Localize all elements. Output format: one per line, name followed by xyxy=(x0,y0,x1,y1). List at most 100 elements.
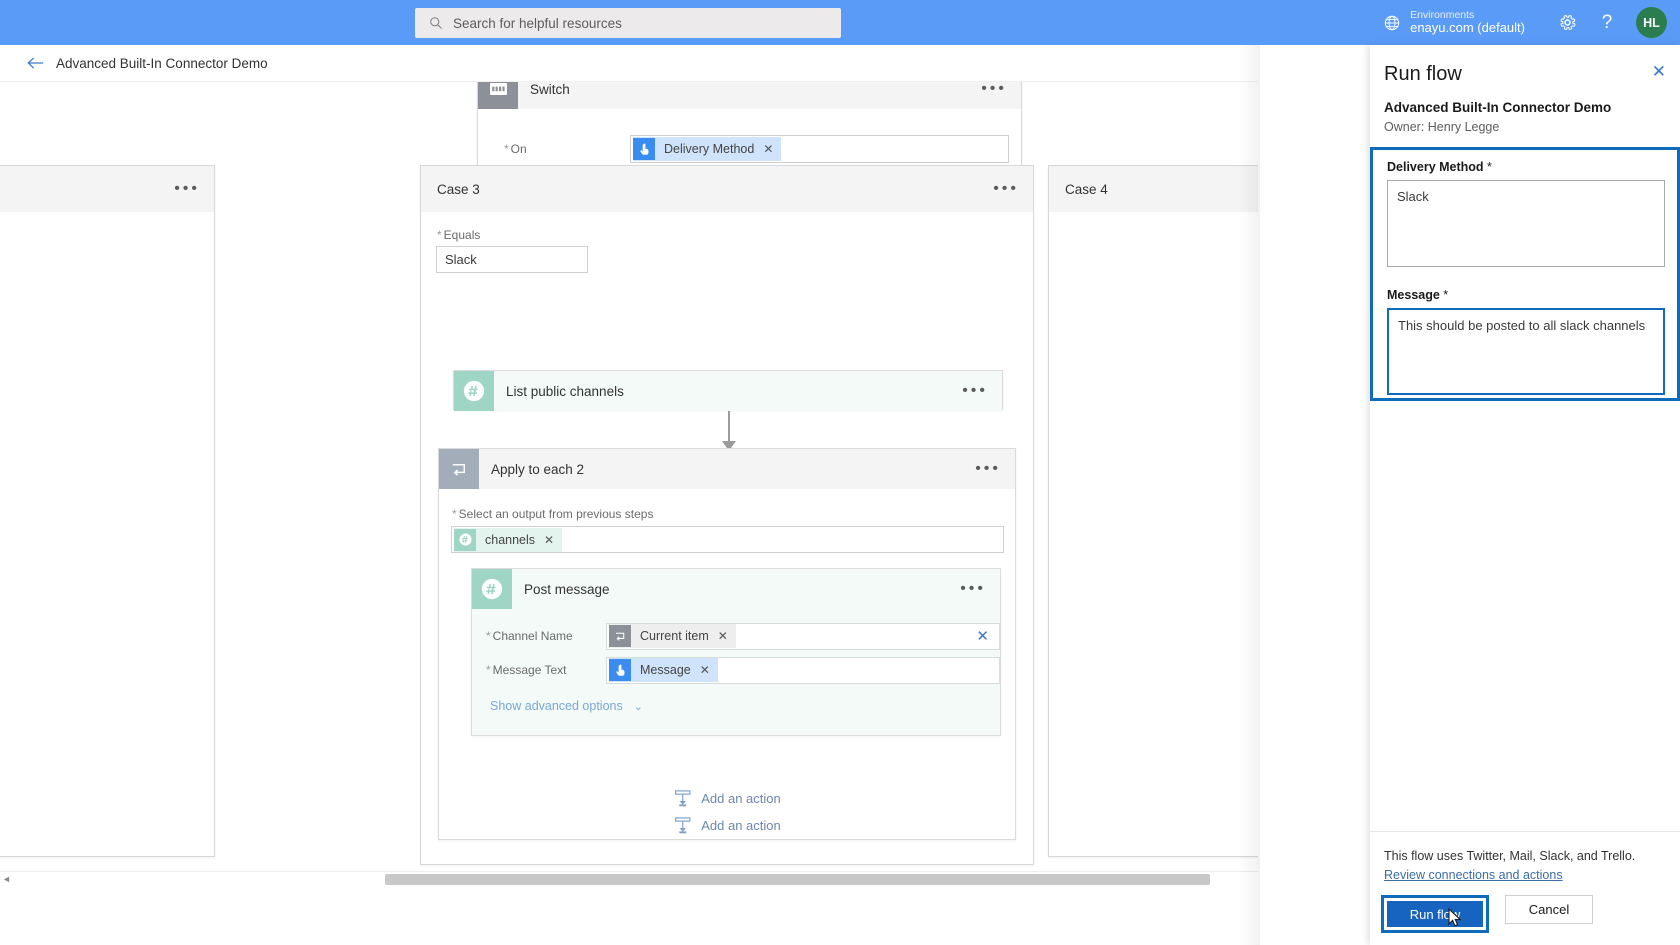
slack-icon xyxy=(454,371,494,411)
search-icon xyxy=(430,17,442,29)
run-flow-form: Delivery Method * Message * xyxy=(1373,150,1677,400)
run-flow-button[interactable]: Run flow xyxy=(1387,901,1483,927)
delivery-method-label: Delivery Method * xyxy=(1387,160,1492,174)
back-arrow-icon xyxy=(26,57,43,69)
case-box-3[interactable]: Case 3 ••• * Equals Slack List public cha… xyxy=(420,165,1034,865)
token-channels[interactable]: channels ✕ xyxy=(454,527,563,552)
globe-icon xyxy=(1384,15,1400,30)
switch-icon xyxy=(478,82,518,109)
token-delivery-method[interactable]: Delivery Method ✕ xyxy=(633,137,782,161)
flow-canvas[interactable]: Switch ••• * On Delivery Method ✕ ••• Ca… xyxy=(0,82,1258,871)
channel-name-input[interactable]: Current item ✕ ✕ xyxy=(606,622,1000,650)
apply-to-each-2-title: Apply to each 2 xyxy=(491,461,585,477)
settings-button[interactable] xyxy=(1547,0,1587,45)
message-text-row: * Message Text Message ✕ xyxy=(472,653,1000,687)
add-action-button-case[interactable]: Add an action xyxy=(673,816,781,835)
panel-footer-divider xyxy=(1370,831,1680,832)
case-box-left[interactable]: ••• xyxy=(0,165,215,857)
apply-to-each-2-box[interactable]: Apply to each 2 ••• * Select an output fr… xyxy=(438,448,1016,840)
gear-icon xyxy=(1560,15,1575,30)
message-label: Message * xyxy=(1387,288,1449,302)
panel-footer-text: This flow uses Twitter, Mail, Slack, and… xyxy=(1384,849,1636,863)
equals-label: * Equals xyxy=(437,228,481,242)
switch-on-input[interactable]: Delivery Method ✕ xyxy=(630,135,1009,163)
back-button[interactable] xyxy=(18,56,52,70)
topbar-right-group: Environments enayu.com (default) ? HL xyxy=(1383,0,1680,45)
clear-x-icon[interactable]: ✕ xyxy=(976,627,989,645)
case-4-header: Case 4 xyxy=(1049,166,1258,212)
select-output-input[interactable]: channels ✕ xyxy=(451,526,1004,553)
post-message-body: * Channel Name Current item ✕ ✕ * Messag… xyxy=(472,609,1000,715)
panel-owner: Owner: Henry Legge xyxy=(1384,120,1500,134)
environment-value: enayu.com (default) xyxy=(1410,20,1525,36)
panel-title: Run flow xyxy=(1384,63,1462,85)
add-action-icon xyxy=(675,817,691,834)
post-message-header: Post message ••• xyxy=(472,569,1000,609)
run-flow-panel-header: Run flow ✕ Advanced Built-In Connector D… xyxy=(1370,45,1680,134)
add-action-button-inner[interactable]: Add an action xyxy=(673,789,781,808)
show-advanced-options-button[interactable]: Show advanced options ⌄ xyxy=(490,699,643,713)
switch-on-label: * On xyxy=(504,142,527,156)
token-label: Message xyxy=(640,663,691,677)
top-app-bar: Search for helpful resources Environment… xyxy=(0,0,1680,45)
list-public-channels-card[interactable]: List public channels ••• xyxy=(453,370,1003,411)
breadcrumb: Advanced Built-In Connector Demo xyxy=(56,55,268,71)
slack-icon xyxy=(454,528,476,551)
delivery-method-field[interactable] xyxy=(1387,180,1665,267)
add-action-icon xyxy=(675,790,691,807)
token-label: Current item xyxy=(640,629,709,643)
channel-name-label: * Channel Name xyxy=(486,629,573,643)
command-bar: Advanced Built-In Connector Demo xyxy=(0,45,1258,82)
search-placeholder: Search for helpful resources xyxy=(453,15,622,31)
search-box[interactable]: Search for helpful resources xyxy=(415,8,841,38)
message-text-label: * Message Text xyxy=(486,663,567,677)
run-flow-button-highlight: Run flow xyxy=(1381,895,1489,933)
token-label: channels xyxy=(485,532,536,547)
panel-shadow xyxy=(1238,45,1260,945)
scroll-left-arrow-icon[interactable]: ◄ xyxy=(2,874,11,884)
apply-to-each-2-header: Apply to each 2 ••• xyxy=(439,449,1015,489)
add-action-label: Add an action xyxy=(701,818,781,833)
token-remove-icon[interactable]: ✕ xyxy=(763,142,773,156)
foreach-loop-icon xyxy=(609,625,631,647)
case-box-4[interactable]: Case 4 xyxy=(1048,165,1258,857)
token-message[interactable]: Message ✕ xyxy=(609,658,718,682)
token-remove-icon[interactable]: ✕ xyxy=(700,663,710,677)
post-message-card[interactable]: Post message ••• * Channel Name Current … xyxy=(471,568,1001,736)
help-button[interactable]: ? xyxy=(1587,0,1627,45)
switch-node-title: Switch xyxy=(530,82,570,97)
question-mark-icon: ? xyxy=(1601,11,1613,33)
cancel-button[interactable]: Cancel xyxy=(1505,895,1593,924)
close-icon[interactable]: ✕ xyxy=(1652,63,1666,80)
run-flow-form-highlight: Delivery Method * Message * xyxy=(1370,147,1680,401)
run-flow-panel: Run flow ✕ Advanced Built-In Connector D… xyxy=(1370,45,1680,945)
case-3-title: Case 3 xyxy=(437,181,480,197)
foreach-loop-icon xyxy=(439,449,479,489)
avatar[interactable]: HL xyxy=(1636,7,1667,38)
switch-node-header: Switch ••• xyxy=(478,82,1021,109)
token-remove-icon[interactable]: ✕ xyxy=(544,533,554,547)
list-channels-header: List public channels ••• xyxy=(454,371,1002,411)
message-field[interactable] xyxy=(1387,308,1665,395)
case-3-header: Case 3 ••• xyxy=(421,166,1033,212)
token-remove-icon[interactable]: ✕ xyxy=(718,629,728,643)
show-advanced-options-label: Show advanced options xyxy=(490,699,623,713)
manual-trigger-icon xyxy=(633,138,655,160)
review-connections-link[interactable]: Review connections and actions xyxy=(1384,868,1563,882)
message-text-input[interactable]: Message ✕ xyxy=(606,656,1000,684)
horizontal-scrollbar-thumb[interactable] xyxy=(385,874,1210,885)
switch-on-row: * On Delivery Method ✕ xyxy=(478,135,1021,163)
post-message-title: Post message xyxy=(524,581,610,597)
environment-selector[interactable]: Environments enayu.com (default) xyxy=(1410,9,1525,36)
panel-flow-name: Advanced Built-In Connector Demo xyxy=(1384,100,1612,115)
channel-name-row: * Channel Name Current item ✕ ✕ xyxy=(472,619,1000,653)
select-output-label: * Select an output from previous steps xyxy=(452,507,654,521)
equals-input[interactable]: Slack xyxy=(436,246,588,273)
slack-icon xyxy=(472,569,512,609)
case-4-title: Case 4 xyxy=(1065,181,1108,197)
add-action-label: Add an action xyxy=(701,791,781,806)
case-left-header: ••• xyxy=(0,166,214,212)
token-current-item[interactable]: Current item ✕ xyxy=(609,624,736,648)
list-channels-title: List public channels xyxy=(506,383,624,399)
chevron-down-icon: ⌄ xyxy=(633,700,643,713)
